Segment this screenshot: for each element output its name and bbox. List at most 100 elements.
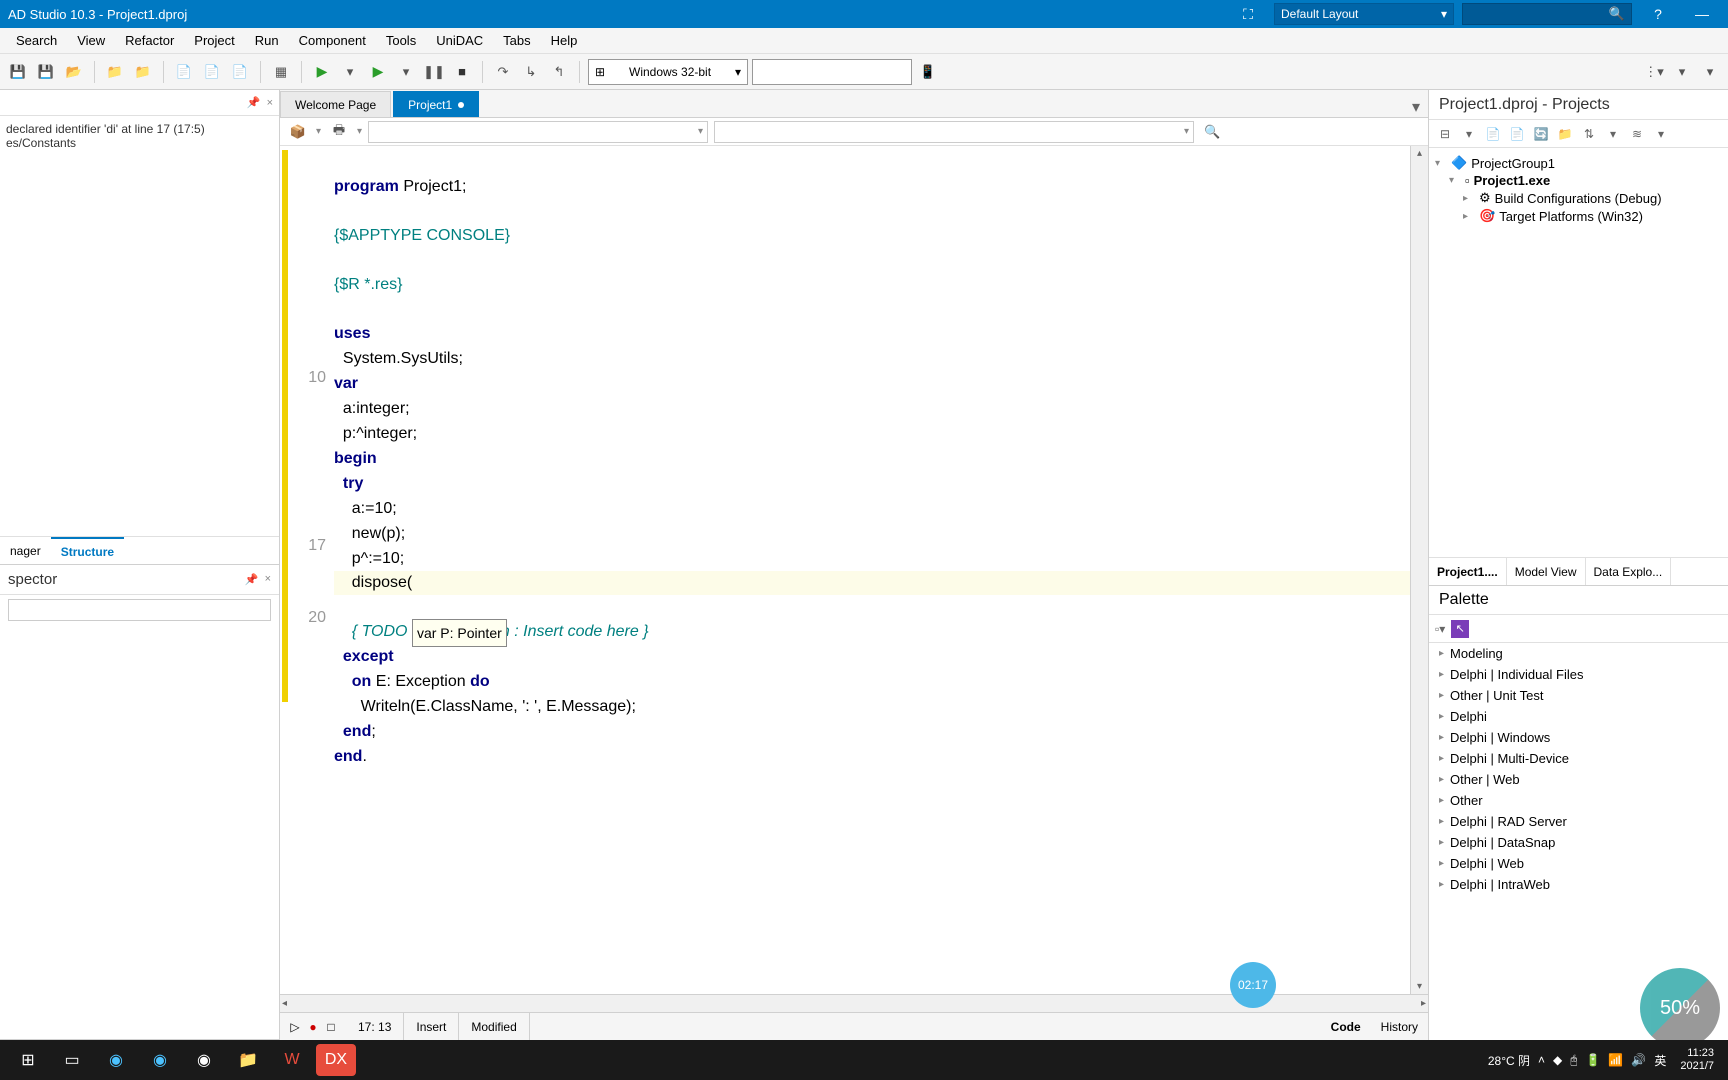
menu-run[interactable]: Run — [245, 33, 289, 48]
run-no-debug-button[interactable]: ▶ — [366, 60, 390, 84]
minimize-button[interactable]: — — [1684, 6, 1720, 22]
remove-icon[interactable]: 📄 — [1507, 124, 1527, 144]
palette-item[interactable]: ▸Other | Web — [1429, 769, 1728, 790]
tray-icon[interactable]: ◆ — [1553, 1053, 1562, 1067]
chevron-down-icon[interactable]: ▾ — [1603, 124, 1623, 144]
save-all-icon[interactable]: 💾 — [34, 60, 58, 84]
macro-record-icon[interactable]: ● — [306, 1020, 320, 1034]
form-icon[interactable]: ▦ — [269, 60, 293, 84]
palette-item[interactable]: ▸Delphi | Individual Files — [1429, 664, 1728, 685]
toolbar-dd2-icon[interactable]: ▾ — [1670, 60, 1694, 84]
menu-tabs[interactable]: Tabs — [493, 33, 540, 48]
chrome-icon[interactable]: ◉ — [184, 1044, 224, 1076]
dataexplorer-tab[interactable]: Data Explo... — [1586, 558, 1672, 585]
palette-dd-icon[interactable]: ▫▾ — [1435, 622, 1445, 636]
chevron-down-icon[interactable]: ▾ — [357, 126, 362, 137]
sync-icon[interactable]: 🔄 — [1531, 124, 1551, 144]
chevron-up-icon[interactable]: ˄ — [1538, 1053, 1545, 1067]
clock[interactable]: 11:23 2021/7 — [1674, 1047, 1720, 1073]
vertical-scrollbar[interactable]: ▴▾ — [1410, 146, 1428, 994]
edge-icon[interactable]: ◉ — [96, 1044, 136, 1076]
palette-item[interactable]: ▸Delphi | Web — [1429, 853, 1728, 874]
menu-unidac[interactable]: UniDAC — [426, 33, 493, 48]
remove-folder-icon[interactable]: 📁 — [131, 60, 155, 84]
start-icon[interactable]: ⊞ — [8, 1044, 48, 1076]
files-icon[interactable]: 📄 — [228, 60, 252, 84]
menu-component[interactable]: Component — [289, 33, 376, 48]
menu-help[interactable]: Help — [541, 33, 588, 48]
tabs-dropdown-icon[interactable]: ▾ — [1404, 97, 1428, 117]
tab-project1[interactable]: Project1 — [393, 91, 479, 117]
chevron-down-icon[interactable]: ▾ — [1459, 124, 1479, 144]
class-dropdown[interactable]: ▾ — [368, 121, 708, 143]
layout-dropdown[interactable]: Default Layout ▾ — [1274, 3, 1454, 25]
menu-tools[interactable]: Tools — [376, 33, 426, 48]
run-dd-icon[interactable]: ▾ — [338, 60, 362, 84]
add-icon[interactable]: 📄 — [1483, 124, 1503, 144]
code-editor[interactable]: program Project1; {$APPTYPE CONSOLE} {$R… — [334, 146, 1410, 994]
palette-item[interactable]: ▸Other | Unit Test — [1429, 685, 1728, 706]
macro-stop-icon[interactable]: □ — [324, 1020, 338, 1034]
step-over-icon[interactable]: ↷ — [491, 60, 515, 84]
macro-play-icon[interactable]: ▷ — [288, 1020, 302, 1034]
history-tab[interactable]: History — [1371, 1020, 1428, 1034]
project-tree[interactable]: ▾🔷ProjectGroup1 ▾▫Project1.exe ▸⚙Build C… — [1429, 148, 1728, 557]
search-input[interactable]: 🔍 — [1462, 3, 1632, 25]
toolbar-dd1-icon[interactable]: ⋮▾ — [1642, 60, 1666, 84]
new-file-icon[interactable]: 📄 — [172, 60, 196, 84]
wifi-icon[interactable]: 📶 — [1608, 1053, 1623, 1067]
tree-target[interactable]: Target Platforms (Win32) — [1499, 209, 1643, 224]
step-into-icon[interactable]: ↳ — [519, 60, 543, 84]
tree-group[interactable]: ProjectGroup1 — [1471, 156, 1555, 171]
run-button[interactable]: ▶ — [310, 60, 334, 84]
battery-icon[interactable]: 🔋 — [1585, 1053, 1600, 1067]
delphi-icon[interactable]: DX — [316, 1044, 356, 1076]
save-icon[interactable]: 💾 — [6, 60, 30, 84]
tab-structure[interactable]: Structure — [51, 537, 124, 564]
platform-dropdown[interactable]: ⊞ Windows 32-bit ▾ — [588, 59, 748, 85]
palette-item[interactable]: ▸Delphi | Windows — [1429, 727, 1728, 748]
device-dropdown[interactable] — [752, 59, 912, 85]
chevron-down-icon[interactable]: ▾ — [1651, 124, 1671, 144]
code-tab[interactable]: Code — [1321, 1020, 1371, 1034]
tray-icon[interactable]: 🖰 — [1570, 1053, 1577, 1068]
method-dropdown[interactable]: ▾ — [714, 121, 1194, 143]
cursor-icon[interactable]: ↖ — [1451, 620, 1469, 638]
print-icon[interactable]: 🖶 — [327, 120, 351, 144]
stop-button[interactable]: ■ — [450, 60, 474, 84]
system-tray[interactable]: 28°C 阴 ˄ ◆ 🖰 🔋 📶 🔊 英 11:23 2021/7 — [1488, 1047, 1720, 1073]
close-icon[interactable]: × — [265, 573, 271, 586]
menu-refactor[interactable]: Refactor — [115, 33, 184, 48]
tree-exe[interactable]: Project1.exe — [1474, 173, 1551, 188]
pin-icon[interactable]: 📌 — [245, 573, 259, 586]
palette-item[interactable]: ▸Delphi | DataSnap — [1429, 832, 1728, 853]
projects-tab[interactable]: Project1.... — [1429, 558, 1507, 585]
palette-item[interactable]: ▸Delphi | IntraWeb — [1429, 874, 1728, 895]
collapse-icon[interactable]: ⊟ — [1435, 124, 1455, 144]
palette-item[interactable]: ▸Delphi | RAD Server — [1429, 811, 1728, 832]
open-icon[interactable]: 📂 — [62, 60, 86, 84]
app-icon[interactable]: ◉ — [140, 1044, 180, 1076]
palette-item[interactable]: ▸Modeling — [1429, 643, 1728, 664]
file-icon[interactable]: 📄 — [200, 60, 224, 84]
toolbar-dd3-icon[interactable]: ▾ — [1698, 60, 1722, 84]
pin-icon[interactable]: 📌 — [247, 96, 261, 109]
tree-build[interactable]: Build Configurations (Debug) — [1495, 191, 1662, 206]
palette-item[interactable]: ▸Other — [1429, 790, 1728, 811]
add-folder-icon[interactable]: 📁 — [103, 60, 127, 84]
folder-icon[interactable]: 📁 — [1555, 124, 1575, 144]
nav-back-icon[interactable]: 📦 — [286, 120, 310, 144]
chevron-down-icon[interactable]: ▾ — [316, 126, 321, 137]
menu-search[interactable]: Search — [6, 33, 67, 48]
menu-view[interactable]: View — [67, 33, 115, 48]
pause-button[interactable]: ❚❚ — [422, 60, 446, 84]
search-icon[interactable]: 🔍 — [1204, 124, 1220, 140]
explorer-icon[interactable]: 📁 — [228, 1044, 268, 1076]
modelview-tab[interactable]: Model View — [1507, 558, 1586, 585]
mobile-icon[interactable]: 📱 — [916, 60, 940, 84]
tab-manager[interactable]: nager — [0, 537, 51, 564]
step-out-icon[interactable]: ↰ — [547, 60, 571, 84]
wps-icon[interactable]: W — [272, 1044, 312, 1076]
filter-icon[interactable]: ≋ — [1627, 124, 1647, 144]
help-button[interactable]: ? — [1640, 6, 1676, 22]
